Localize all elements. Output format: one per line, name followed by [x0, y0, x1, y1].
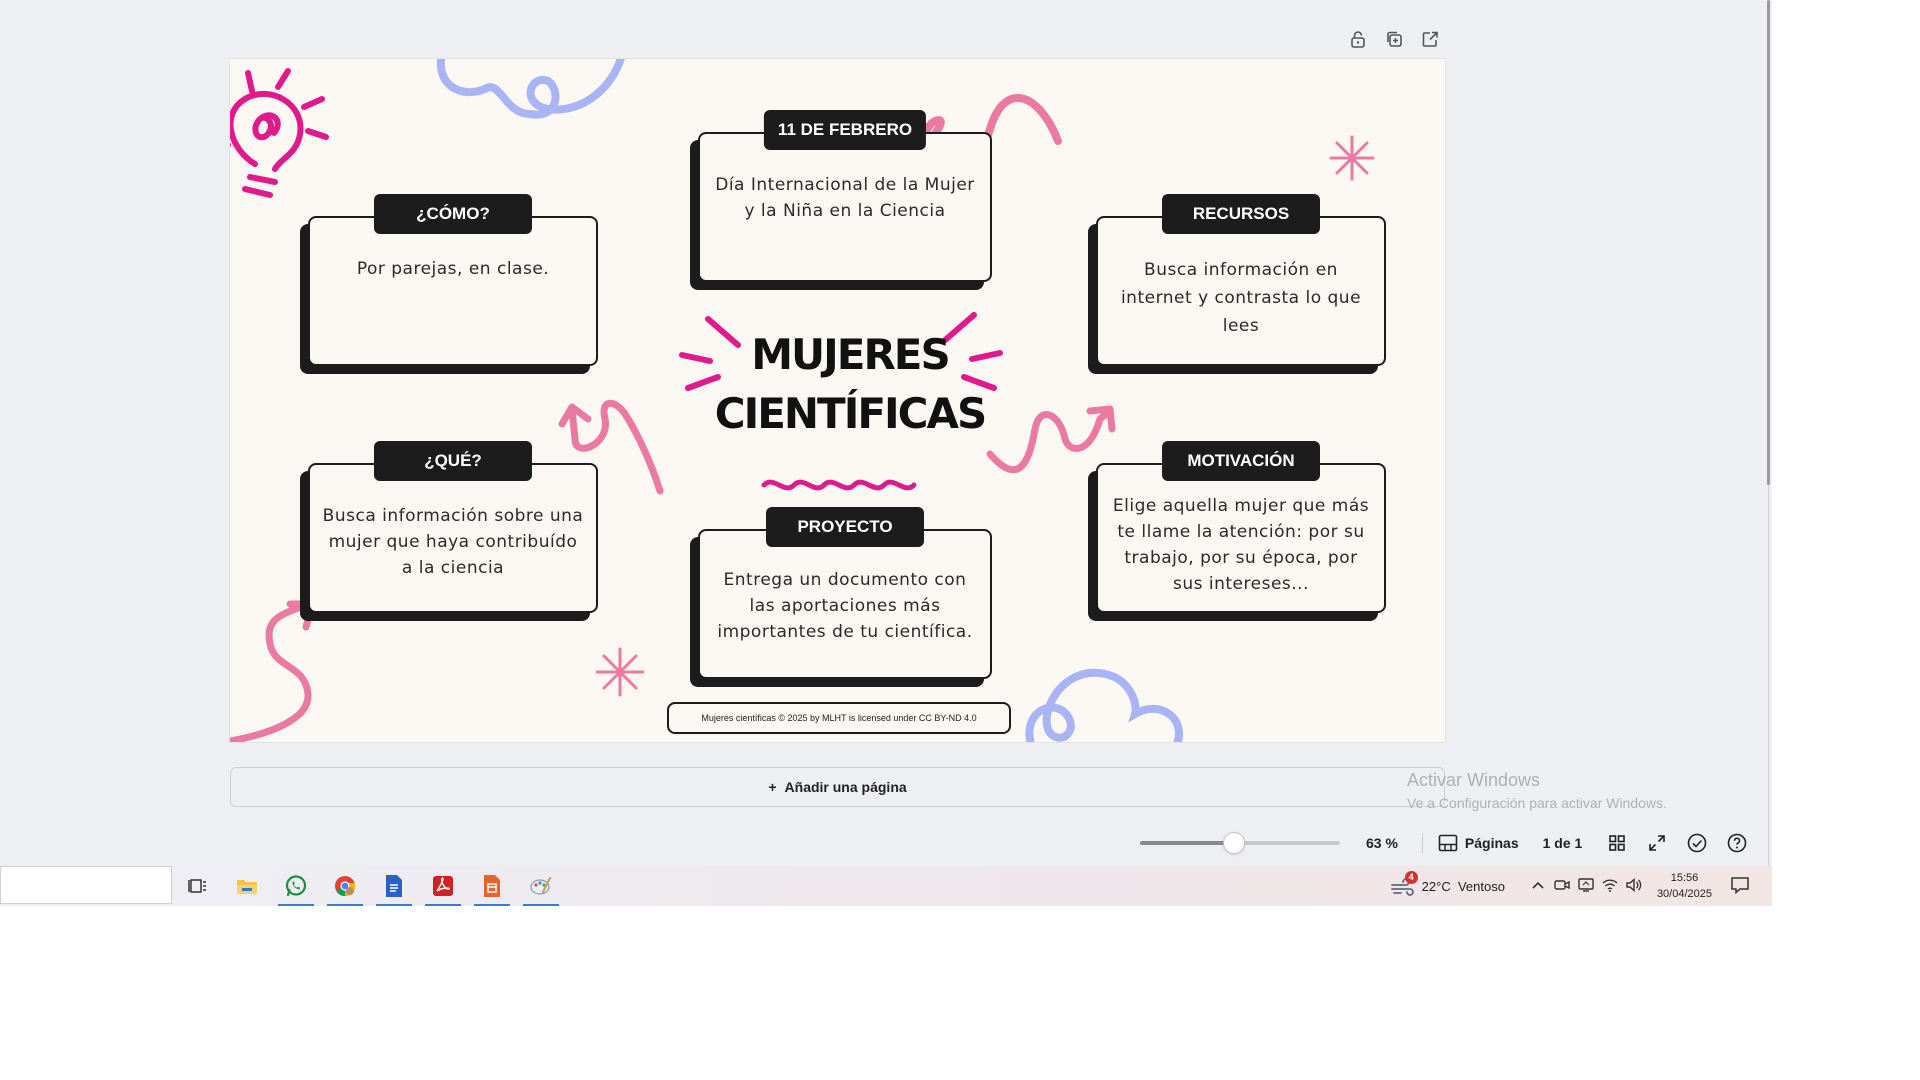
- watermark-line2: Ve a Configuración para activar Windows.: [1407, 795, 1667, 811]
- lightbulb-doodle: [230, 68, 329, 198]
- card-como-body: Por parejas, en clase.: [356, 259, 550, 279]
- pages-button[interactable]: Páginas: [1465, 835, 1519, 851]
- card-fecha-label: 11 DE FEBRERO: [763, 110, 927, 150]
- system-clock[interactable]: 15:56 30/04/2025: [1657, 870, 1712, 902]
- card-como[interactable]: ¿CÓMO? Por parejas, en clase.: [300, 194, 598, 374]
- tray-icons: [1529, 877, 1643, 896]
- card-motivacion-label: MOTIVACIÓN: [1162, 441, 1320, 481]
- title-underline-wave: [761, 479, 917, 491]
- chevron-up-icon[interactable]: [1529, 877, 1547, 896]
- add-page-label: Añadir una página: [784, 779, 907, 795]
- whatsapp-icon[interactable]: [276, 866, 316, 906]
- slide-canvas[interactable]: MUJERES CIENTÍFICAS 11 DE FEBRERO Día In…: [230, 59, 1445, 742]
- arrow-bottom-left: [230, 600, 316, 742]
- duplicate-icon[interactable]: [1383, 28, 1405, 50]
- card-como-label: ¿CÓMO?: [374, 194, 532, 234]
- card-que[interactable]: ¿QUÉ? Busca información sobre una mujer …: [300, 441, 598, 621]
- weather-widget[interactable]: 4 22°C Ventoso: [1390, 871, 1505, 896]
- zoom-slider-fill: [1140, 841, 1234, 845]
- share-icon[interactable]: [1419, 28, 1441, 50]
- check-circle-icon[interactable]: [1686, 832, 1708, 854]
- add-page-button[interactable]: + Añadir una página: [230, 767, 1445, 807]
- watermark-line1: Activar Windows: [1407, 770, 1541, 790]
- card-que-body: Busca información sobre una mujer que ha…: [322, 506, 584, 578]
- card-motivacion[interactable]: MOTIVACIÓN Elige aquella mujer que más t…: [1088, 441, 1386, 621]
- fullscreen-icon[interactable]: [1646, 832, 1668, 854]
- card-fecha-body: Día Internacional de la Mujer y la Niña …: [715, 175, 975, 221]
- card-proyecto-body: Entrega un documento con las aportacione…: [717, 570, 973, 642]
- card-recursos-label: RECURSOS: [1162, 194, 1320, 234]
- cloud-bottom-doodle: [1025, 668, 1183, 742]
- system-tray: 4 22°C Ventoso 15:56 30/04/2025: [1390, 866, 1750, 906]
- card-motivacion-body: Elige aquella mujer que más te llame la …: [1112, 496, 1370, 594]
- taskbar-search-box[interactable]: [0, 866, 172, 904]
- meet-icon[interactable]: [1553, 877, 1571, 896]
- chrome-icon[interactable]: [325, 866, 365, 906]
- pages-view-icon[interactable]: [1437, 832, 1459, 854]
- status-bar: 63 % Páginas 1 de 1: [1140, 828, 1748, 858]
- cloud-top-doodle: [436, 59, 625, 119]
- license-credit: Mujeres científicas © 2025 by MLHT is li…: [667, 702, 1011, 734]
- title-mujeres: MUJERES: [751, 330, 951, 379]
- lock-icon[interactable]: [1347, 28, 1369, 50]
- acrobat-icon[interactable]: [423, 866, 463, 906]
- card-proyecto[interactable]: PROYECTO Entrega un documento con las ap…: [690, 507, 992, 687]
- taskbar-apps: [178, 866, 561, 906]
- page-toolbar: [1347, 28, 1441, 50]
- word-icon[interactable]: [374, 866, 414, 906]
- weather-badge: 4: [1404, 871, 1418, 884]
- plus-icon: +: [768, 779, 777, 795]
- clock-time: 15:56: [1670, 872, 1699, 884]
- task-view-icon[interactable]: [178, 866, 218, 906]
- paint-icon[interactable]: [521, 866, 561, 906]
- help-icon[interactable]: [1726, 832, 1748, 854]
- weather-text: 22°C Ventoso: [1421, 878, 1505, 894]
- grid-view-icon[interactable]: [1606, 832, 1628, 854]
- page-counter[interactable]: 1 de 1: [1543, 835, 1583, 851]
- vertical-scrollbar[interactable]: [1767, 0, 1770, 485]
- zoom-percent[interactable]: 63 %: [1366, 835, 1398, 851]
- clock-date: 30/04/2025: [1656, 888, 1712, 900]
- card-que-label: ¿QUÉ?: [374, 441, 532, 481]
- card-recursos[interactable]: RECURSOS Busca información en internet y…: [1088, 194, 1386, 374]
- windows-taskbar: 4 22°C Ventoso 15:56 30/04/2025: [0, 866, 1772, 906]
- weather-icon: 4: [1390, 871, 1418, 896]
- windows-activation-watermark: Activar Windows Ve a Configuración para …: [1407, 770, 1667, 811]
- zoom-slider[interactable]: [1140, 833, 1340, 853]
- card-fecha[interactable]: 11 DE FEBRERO Día Internacional de la Mu…: [690, 110, 992, 290]
- card-recursos-body: Busca información en internet y contrast…: [1120, 260, 1362, 336]
- powerpoint-icon[interactable]: [472, 866, 512, 906]
- wifi-icon[interactable]: [1601, 877, 1619, 896]
- star-top-right-doodle: [1329, 135, 1375, 181]
- title-cientificas: CIENTÍFICAS: [714, 389, 987, 438]
- display-icon[interactable]: [1577, 877, 1595, 896]
- zoom-slider-thumb[interactable]: [1224, 833, 1244, 853]
- volume-icon[interactable]: [1625, 877, 1643, 896]
- card-proyecto-label: PROYECTO: [766, 507, 924, 547]
- divider: [1421, 833, 1423, 853]
- file-explorer-icon[interactable]: [227, 866, 267, 906]
- star-bottom-doodle: [595, 647, 645, 697]
- notifications-icon[interactable]: [1730, 876, 1750, 897]
